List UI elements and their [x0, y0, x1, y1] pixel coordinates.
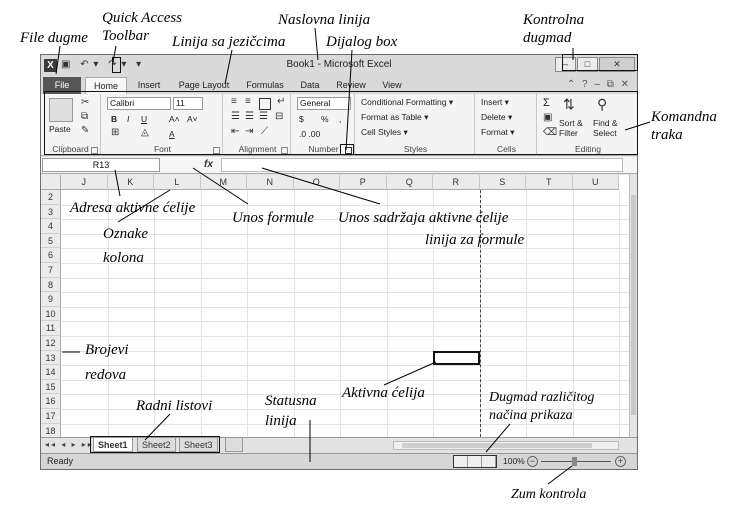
horizontal-scrollbar[interactable]: [393, 441, 619, 450]
annotation-active-cell: Aktivna ćelija: [342, 385, 425, 401]
annotation-dialog-box: Dijalog box: [326, 34, 398, 50]
formula-input[interactable]: [221, 158, 623, 172]
annotation-control-buttons-2: dugmad: [523, 30, 572, 46]
column-header[interactable]: U: [572, 175, 619, 190]
row-header[interactable]: 12: [41, 336, 61, 351]
row-header[interactable]: 8: [41, 277, 61, 293]
window-title: Book1 - Microsoft Excel: [286, 59, 392, 70]
column-header[interactable]: S: [479, 175, 526, 190]
annotation-column-labels-2: kolona: [103, 250, 144, 266]
annotation-active-cell-content-2: linija za formule: [425, 232, 525, 248]
column-header[interactable]: R: [433, 175, 480, 190]
column-header[interactable]: Q: [386, 175, 433, 190]
insert-sheet-icon[interactable]: [225, 438, 243, 452]
view-buttons: [453, 455, 497, 468]
annotation-column-labels-1: Oznake: [103, 226, 148, 242]
qat-highlight-box: [112, 57, 121, 73]
formula-bar: R13 fx: [41, 157, 637, 174]
zoom-out-button[interactable]: −: [527, 456, 538, 467]
grid-column-line: [433, 190, 434, 437]
grid-row-line: [61, 292, 629, 294]
normal-view-button[interactable]: [454, 456, 468, 467]
zoom-level[interactable]: 100%: [503, 456, 525, 466]
page-layout-view-button[interactable]: [468, 456, 482, 467]
annotation-title-bar: Naslovna linija: [278, 12, 371, 28]
row-header[interactable]: 18: [41, 423, 61, 437]
grid-row-line: [61, 350, 629, 352]
insert-function-icon[interactable]: fx: [204, 159, 213, 170]
column-header[interactable]: M: [200, 175, 247, 190]
vertical-scroll-thumb[interactable]: [631, 195, 636, 415]
row-header[interactable]: 4: [41, 219, 61, 234]
annotation-status-bar-1: Statusna: [265, 393, 317, 409]
zoom-in-button[interactable]: +: [615, 456, 626, 467]
status-ready-text: Ready: [47, 456, 74, 466]
select-all-corner[interactable]: [41, 175, 61, 190]
annotation-file-button: File dugme: [20, 30, 88, 46]
row-header[interactable]: 6: [41, 248, 61, 263]
annotation-view-buttons-1: Dugmad različitog: [489, 390, 595, 405]
row-header[interactable]: 7: [41, 263, 61, 278]
row-header[interactable]: 15: [41, 379, 61, 395]
annotation-status-bar-2: linija: [265, 413, 297, 429]
annotation-tabs-line: Linija sa jezičcima: [172, 34, 286, 50]
row-header[interactable]: 16: [41, 394, 61, 409]
annotation-quick-access-2: Toolbar: [102, 28, 149, 44]
grid-column-line: [247, 190, 248, 437]
row-header[interactable]: 5: [41, 233, 61, 249]
name-box[interactable]: R13: [42, 158, 160, 172]
sheet-tabs-highlight-box: [90, 436, 220, 453]
column-header[interactable]: O: [293, 175, 340, 190]
row-header[interactable]: 9: [41, 292, 61, 307]
row-header[interactable]: 2: [41, 190, 61, 205]
row-header[interactable]: 10: [41, 306, 61, 322]
annotation-view-buttons-2: načina prikaza: [489, 408, 573, 423]
horizontal-scroll-thumb[interactable]: [402, 443, 592, 448]
control-buttons-highlight-box: [562, 54, 638, 71]
grid-row-line: [61, 336, 629, 337]
status-bar: Ready 100% − +: [41, 453, 637, 469]
grid-row-line: [61, 248, 629, 250]
annotation-row-numbers-1: Brojevi: [85, 342, 129, 358]
annotation-formula-entry: Unos formule: [232, 210, 315, 226]
column-header[interactable]: L: [154, 175, 201, 190]
row-header[interactable]: 13: [41, 350, 61, 366]
annotation-control-buttons-1: Kontrolna: [523, 12, 585, 28]
column-header[interactable]: N: [247, 175, 294, 190]
zoom-control: − +: [527, 456, 627, 467]
row-header[interactable]: 11: [41, 321, 61, 336]
row-header[interactable]: 14: [41, 365, 61, 380]
column-header[interactable]: K: [107, 175, 154, 190]
column-header[interactable]: P: [340, 175, 387, 190]
annotation-worksheets: Radni listovi: [136, 398, 213, 414]
dialog-launcher-highlight-box: [340, 144, 354, 155]
page-break-view-button[interactable]: [482, 456, 496, 467]
sheet-nav-arrows[interactable]: ◂◂ ◂ ▸ ▸▸: [45, 440, 94, 449]
grid-row-line: [61, 321, 629, 323]
vertical-scrollbar[interactable]: [629, 175, 637, 437]
annotation-active-cell-content-1: Unos sadržaja aktivne ćelije: [338, 210, 509, 226]
ribbon-help-controls[interactable]: ⌃ ? – ⧉ ✕: [567, 79, 631, 90]
grid-row-line: [61, 306, 629, 308]
annotation-row-numbers-2: redova: [85, 367, 127, 383]
zoom-slider-knob[interactable]: [572, 457, 577, 466]
grid-row-line: [61, 365, 629, 367]
column-header[interactable]: J: [61, 175, 108, 190]
row-header[interactable]: 17: [41, 409, 61, 424]
row-header[interactable]: 3: [41, 204, 61, 220]
grid-row-line: [61, 277, 629, 279]
grid-row-line: [61, 263, 629, 264]
annotation-zoom-control: Zum kontrola: [511, 487, 587, 502]
grid-row-line: [61, 379, 629, 381]
grid-column-line: [340, 190, 341, 437]
active-cell[interactable]: [433, 350, 480, 366]
column-header[interactable]: T: [526, 175, 573, 190]
grid-column-line: [619, 190, 620, 437]
title-bar: X ▣ ↶ ▾ ↷ ▾ ▾ Book1 - Microsoft Excel – …: [41, 55, 637, 77]
annotation-quick-access-1: Quick Access: [102, 10, 183, 26]
page-break-line: [479, 190, 481, 437]
annotation-command-ribbon-1: Komandna: [651, 109, 717, 125]
annotation-active-cell-address: Adresa aktivne ćelije: [70, 200, 196, 216]
annotation-command-ribbon-2: traka: [651, 127, 683, 143]
